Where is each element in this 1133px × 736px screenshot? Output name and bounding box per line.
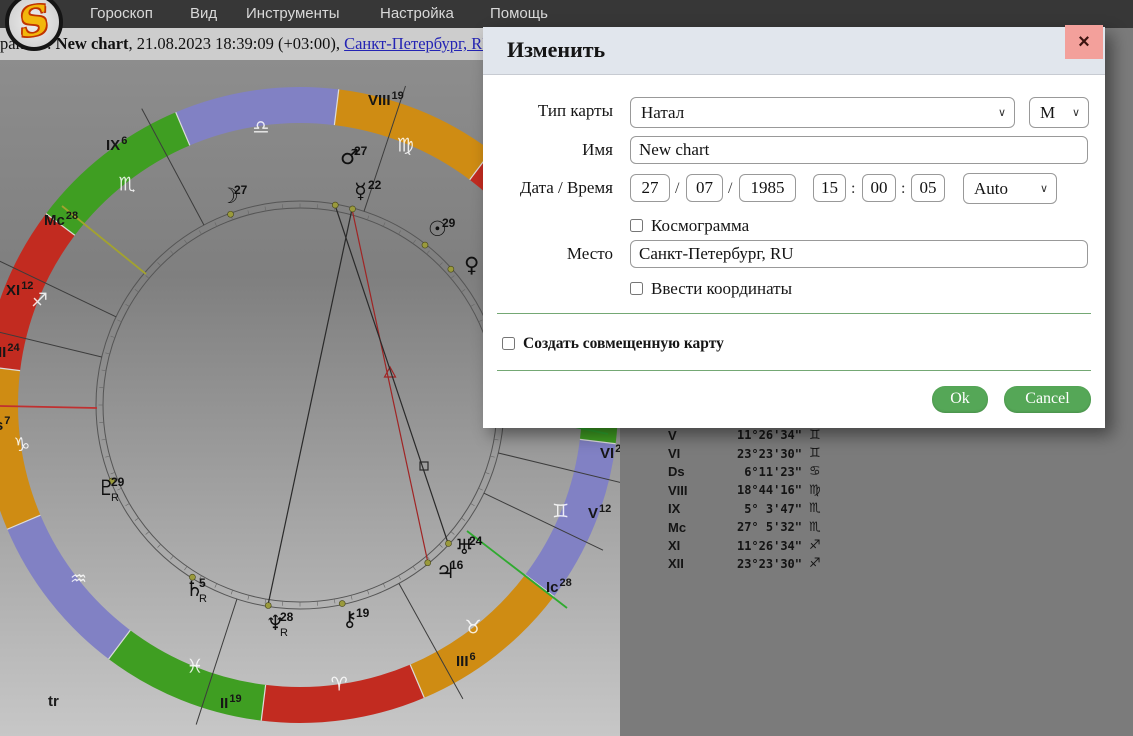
cancel-button[interactable]: Cancel bbox=[1004, 386, 1091, 413]
dialog-header: Изменить bbox=[483, 27, 1105, 75]
svg-text:♊: ♊ bbox=[552, 500, 569, 522]
minute-input[interactable] bbox=[862, 174, 896, 202]
house-system-value: M bbox=[1040, 103, 1055, 123]
house-row: V11°26'34"♊ bbox=[668, 426, 821, 444]
svg-text:♉: ♉ bbox=[464, 616, 481, 638]
svg-text:♈: ♈ bbox=[331, 673, 348, 695]
timezone-value: Auto bbox=[974, 179, 1008, 199]
date-separator: / bbox=[675, 180, 679, 198]
day-input[interactable] bbox=[630, 174, 670, 202]
svg-text:♀: ♀ bbox=[464, 253, 479, 277]
nav-item-вид[interactable]: Вид bbox=[190, 5, 217, 22]
svg-text:28: 28 bbox=[280, 610, 294, 624]
svg-text:♑: ♑ bbox=[13, 434, 30, 456]
houses-cusps-table: V11°26'34"♊VI23°23'30"♊Ds 6°11'23"♋VIII1… bbox=[668, 426, 821, 573]
house-system-select[interactable]: M ∨ bbox=[1029, 97, 1089, 128]
nav-item-гороскоп[interactable]: Гороскоп bbox=[90, 5, 153, 22]
house-row: XI11°26'34"♐ bbox=[668, 536, 821, 554]
svg-text:19: 19 bbox=[356, 606, 370, 620]
top-navbar: S ГороскопВидИнструментыНастройкаПомощь bbox=[0, 0, 1133, 28]
house-row: XII23°23'30"♐ bbox=[668, 555, 821, 573]
svg-text:♐: ♐ bbox=[31, 290, 48, 312]
enter-coordinates-checkbox[interactable] bbox=[630, 282, 643, 295]
place-link[interactable]: Санкт-Петербург, RU bbox=[344, 34, 494, 53]
nav-item-помощь[interactable]: Помощь bbox=[490, 5, 548, 22]
datetime-label: Дата / Время bbox=[483, 178, 613, 198]
combined-chart-label: Создать совмещенную карту bbox=[523, 335, 724, 353]
ok-button[interactable]: Ok bbox=[932, 386, 988, 413]
timezone-select[interactable]: Auto ∨ bbox=[963, 173, 1057, 204]
close-icon[interactable]: × bbox=[1065, 25, 1103, 59]
zodiac-sign-icon: ♊ bbox=[809, 428, 821, 443]
svg-text:Ic28: Ic28 bbox=[546, 577, 572, 596]
place-input[interactable] bbox=[630, 240, 1088, 268]
chart-type-value: Натал bbox=[641, 103, 684, 123]
zodiac-sign-icon: ♐ bbox=[809, 556, 821, 571]
svg-text:♎: ♎ bbox=[252, 117, 269, 139]
svg-text:R: R bbox=[280, 627, 288, 639]
svg-text:22: 22 bbox=[368, 178, 382, 192]
month-input[interactable] bbox=[686, 174, 723, 202]
hour-input[interactable] bbox=[813, 174, 846, 202]
nav-item-инструменты[interactable]: Инструменты bbox=[246, 5, 340, 22]
chevron-down-icon: ∨ bbox=[1072, 106, 1080, 119]
second-input[interactable] bbox=[911, 174, 945, 202]
house-row: Mc27° 5'32"♏ bbox=[668, 518, 821, 536]
zodiac-sign-icon: ♍ bbox=[809, 483, 821, 498]
house-row: Ds 6°11'23"♋ bbox=[668, 463, 821, 481]
chart-name: New chart bbox=[56, 34, 129, 53]
zodiac-sign-icon: ♋ bbox=[809, 464, 821, 479]
divider bbox=[497, 370, 1091, 371]
svg-text:♏: ♏ bbox=[118, 174, 135, 196]
time-separator: : bbox=[901, 180, 905, 198]
year-input[interactable] bbox=[739, 174, 796, 202]
zodiac-sign-icon: ♏ bbox=[809, 501, 821, 516]
cosmogram-checkbox[interactable] bbox=[630, 219, 643, 232]
name-input[interactable] bbox=[630, 136, 1088, 164]
edit-chart-dialog: Изменить × Тип карты Натал ∨ M ∨ Имя Дат… bbox=[483, 27, 1105, 428]
dialog-title: Изменить bbox=[483, 27, 1105, 63]
svg-text:24: 24 bbox=[469, 534, 483, 548]
divider bbox=[497, 313, 1091, 314]
svg-text:VI24: VI24 bbox=[600, 443, 620, 462]
svg-text:27: 27 bbox=[234, 183, 248, 197]
chevron-down-icon: ∨ bbox=[998, 106, 1006, 119]
nav-item-настройка[interactable]: Настройка bbox=[380, 5, 454, 22]
time-separator: : bbox=[851, 180, 855, 198]
svg-text:29: 29 bbox=[111, 475, 125, 489]
svg-text:16: 16 bbox=[450, 558, 464, 572]
zodiac-sign-icon: ♐ bbox=[809, 538, 821, 553]
svg-text:29: 29 bbox=[442, 216, 456, 230]
cosmogram-label: Космограмма bbox=[651, 216, 749, 236]
svg-text:5: 5 bbox=[199, 576, 206, 590]
svg-text:♍: ♍ bbox=[397, 134, 414, 156]
svg-text:V12: V12 bbox=[588, 503, 611, 522]
chevron-down-icon: ∨ bbox=[1040, 182, 1048, 195]
svg-text:♒: ♒ bbox=[70, 568, 87, 590]
logo-s-icon: S bbox=[16, 0, 51, 44]
enter-coordinates-label: Ввести координаты bbox=[651, 279, 792, 299]
svg-text:R: R bbox=[111, 492, 119, 504]
place-label: Место bbox=[483, 244, 613, 264]
house-row: IX 5° 3'47"♏ bbox=[668, 500, 821, 518]
svg-text:♓: ♓ bbox=[186, 656, 203, 678]
house-row: VI23°23'30"♊ bbox=[668, 444, 821, 462]
house-row: VIII18°44'16"♍ bbox=[668, 481, 821, 499]
combined-chart-checkbox[interactable] bbox=[502, 337, 515, 350]
date-separator: / bbox=[728, 180, 732, 198]
svg-text:27: 27 bbox=[354, 144, 368, 158]
svg-text:tr: tr bbox=[48, 693, 59, 710]
svg-text:☿: ☿ bbox=[354, 179, 367, 203]
zodiac-sign-icon: ♊ bbox=[809, 446, 821, 461]
chart-type-label: Тип карты bbox=[483, 101, 613, 121]
chart-type-select[interactable]: Натал ∨ bbox=[630, 97, 1015, 128]
transit-datetime: , 21.08.2023 18:39:09 (+03:00), bbox=[129, 34, 345, 53]
name-label: Имя bbox=[483, 140, 613, 160]
svg-text:R: R bbox=[199, 593, 207, 605]
zodiac-sign-icon: ♏ bbox=[809, 520, 821, 535]
